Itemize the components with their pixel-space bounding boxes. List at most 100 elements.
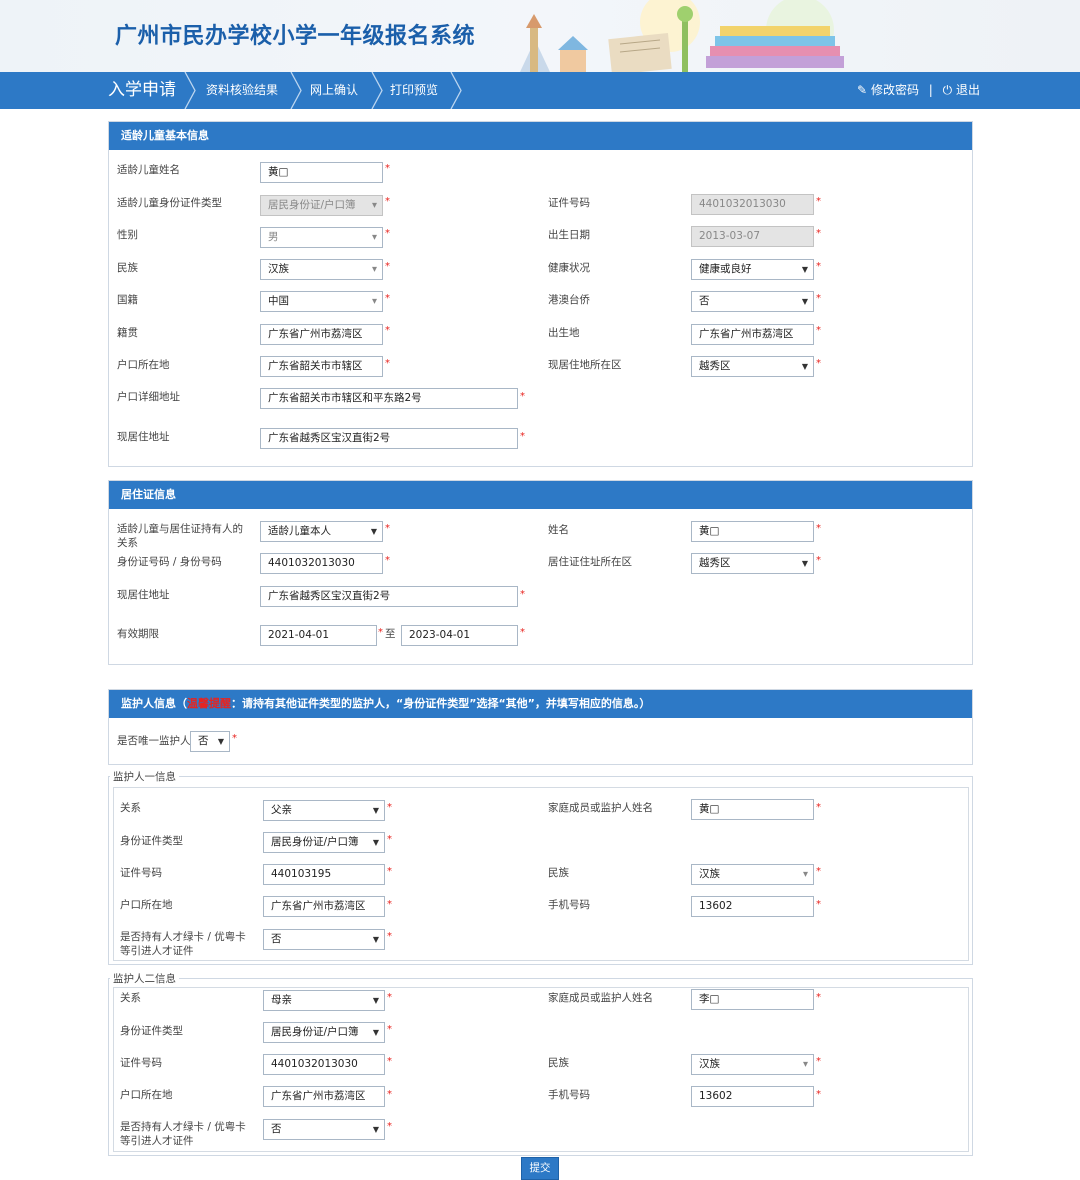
child-name-input[interactable]: 黄□ bbox=[260, 162, 383, 183]
g1-id-no-input[interactable]: 440103195 bbox=[263, 864, 385, 885]
required-mark: * bbox=[816, 523, 821, 534]
permit-valid-from-input[interactable]: 2021-04-01 bbox=[260, 625, 377, 646]
nav-step-verify-result[interactable]: 资料核验结果 bbox=[206, 72, 278, 109]
required-mark: * bbox=[387, 866, 392, 877]
birthplace-label: 出生地 bbox=[548, 327, 580, 339]
permit-relation-select[interactable]: 适龄儿童本人 bbox=[260, 521, 383, 542]
required-mark: * bbox=[387, 1121, 392, 1132]
required-mark: * bbox=[520, 431, 525, 442]
residence-area-select[interactable]: 越秀区 bbox=[691, 356, 814, 377]
g2-name-label: 家庭成员或监护人姓名 bbox=[548, 992, 653, 1004]
child-name-label: 适龄儿童姓名 bbox=[117, 164, 180, 176]
permit-area-select[interactable]: 越秀区 bbox=[691, 553, 814, 574]
guardian1-legend: 监护人一信息 bbox=[110, 769, 179, 784]
g2-name-input[interactable]: 李□ bbox=[691, 989, 814, 1010]
g2-relation-label: 关系 bbox=[120, 992, 141, 1004]
required-mark: * bbox=[816, 992, 821, 1003]
g1-phone-input[interactable]: 13602 bbox=[691, 896, 814, 917]
permit-valid-sep: 至 bbox=[385, 628, 396, 640]
permit-info-panel: 居住证信息 bbox=[108, 480, 973, 665]
permit-id-input[interactable]: 4401032013030 bbox=[260, 553, 383, 574]
nationality-select[interactable]: 中国 bbox=[260, 291, 383, 312]
nav-step-online-confirm[interactable]: 网上确认 bbox=[310, 72, 358, 109]
g1-relation-label: 关系 bbox=[120, 802, 141, 814]
required-mark: * bbox=[387, 1024, 392, 1035]
birth-date-input[interactable]: 2013-03-07 bbox=[691, 226, 814, 247]
only-guardian-select[interactable]: 否 bbox=[190, 731, 230, 752]
overseas-label: 港澳台侨 bbox=[548, 294, 590, 306]
g2-phone-input[interactable]: 13602 bbox=[691, 1086, 814, 1107]
nav-step-print-preview[interactable]: 打印预览 bbox=[390, 72, 438, 109]
g2-phone-label: 手机号码 bbox=[548, 1089, 590, 1101]
g2-talent-select[interactable]: 否 bbox=[263, 1119, 385, 1140]
birthplace-input[interactable]: 广东省广州市荔湾区 bbox=[691, 324, 814, 345]
g1-hukou-input[interactable]: 广东省广州市荔湾区 bbox=[263, 896, 385, 917]
permit-info-title: 居住证信息 bbox=[109, 481, 972, 509]
required-mark: * bbox=[816, 261, 821, 272]
required-mark: * bbox=[387, 931, 392, 942]
g2-relation-select[interactable]: 母亲 bbox=[263, 990, 385, 1011]
required-mark: * bbox=[816, 293, 821, 304]
health-select[interactable]: 健康或良好 bbox=[691, 259, 814, 280]
g1-talent-label: 是否持有人才绿卡 / 优粤卡等引进人才证件 bbox=[120, 931, 246, 957]
g2-ethnic-label: 民族 bbox=[548, 1057, 569, 1069]
required-mark: * bbox=[385, 358, 390, 369]
gender-select[interactable]: 男 bbox=[260, 227, 383, 248]
overseas-select[interactable]: 否 bbox=[691, 291, 814, 312]
chevron-right-icon bbox=[290, 72, 302, 109]
child-id-no-input[interactable]: 4401032013030 bbox=[691, 194, 814, 215]
user-actions: ✎ 修改密码 | ⏻ 退出 bbox=[857, 72, 980, 109]
health-label: 健康状况 bbox=[548, 262, 590, 274]
logout-link[interactable]: 退出 bbox=[956, 72, 980, 109]
permit-valid-to-input[interactable]: 2023-04-01 bbox=[401, 625, 518, 646]
required-mark: * bbox=[385, 196, 390, 207]
permit-holder-name-input[interactable]: 黄□ bbox=[691, 521, 814, 542]
child-id-no-label: 证件号码 bbox=[548, 197, 590, 209]
g1-name-input[interactable]: 黄□ bbox=[691, 799, 814, 820]
header-illustration bbox=[520, 0, 844, 72]
required-mark: * bbox=[816, 196, 821, 207]
site-title: 广州市民办学校小学一年级报名系统 bbox=[115, 24, 476, 49]
required-mark: * bbox=[816, 228, 821, 239]
change-password-link[interactable]: 修改密码 bbox=[871, 72, 919, 109]
g1-id-type-label: 身份证件类型 bbox=[120, 835, 183, 847]
required-mark: * bbox=[816, 899, 821, 910]
g2-ethnic-select[interactable]: 汉族 bbox=[691, 1054, 814, 1075]
g1-talent-select[interactable]: 否 bbox=[263, 929, 385, 950]
permit-address-input[interactable]: 广东省越秀区宝汉直街2号 bbox=[260, 586, 518, 607]
g1-id-type-select[interactable]: 居民身份证/户口簿 bbox=[263, 832, 385, 853]
current-address-input[interactable]: 广东省越秀区宝汉直街2号 bbox=[260, 428, 518, 449]
required-mark: * bbox=[385, 555, 390, 566]
permit-valid-label: 有效期限 bbox=[117, 628, 159, 640]
child-info-panel: 适龄儿童基本信息 bbox=[108, 121, 973, 467]
required-mark: * bbox=[816, 1056, 821, 1067]
native-place-input[interactable]: 广东省广州市荔湾区 bbox=[260, 324, 383, 345]
required-mark: * bbox=[816, 802, 821, 813]
permit-holder-name-label: 姓名 bbox=[548, 524, 569, 536]
hukou-address-input[interactable]: 广东省韶关市市辖区和平东路2号 bbox=[260, 388, 518, 409]
hukou-input[interactable]: 广东省韶关市市辖区 bbox=[260, 356, 383, 377]
child-id-type-select[interactable]: 居民身份证/户口簿 bbox=[260, 195, 383, 216]
g2-id-type-label: 身份证件类型 bbox=[120, 1025, 183, 1037]
g2-id-no-label: 证件号码 bbox=[120, 1057, 162, 1069]
required-mark: * bbox=[520, 627, 525, 638]
required-mark: * bbox=[378, 627, 383, 638]
nav-step-apply[interactable]: 入学申请 bbox=[108, 72, 176, 109]
child-info-title: 适龄儿童基本信息 bbox=[109, 122, 972, 150]
pencil-icon: ✎ bbox=[857, 83, 868, 97]
g2-id-type-select[interactable]: 居民身份证/户口簿 bbox=[263, 1022, 385, 1043]
g2-talent-label: 是否持有人才绿卡 / 优粤卡等引进人才证件 bbox=[120, 1121, 246, 1147]
g2-hukou-input[interactable]: 广东省广州市荔湾区 bbox=[263, 1086, 385, 1107]
g1-relation-select[interactable]: 父亲 bbox=[263, 800, 385, 821]
g1-ethnic-select[interactable]: 汉族 bbox=[691, 864, 814, 885]
permit-area-label: 居住证住址所在区 bbox=[548, 556, 632, 568]
current-address-label: 现居住地址 bbox=[117, 431, 170, 443]
required-mark: * bbox=[387, 992, 392, 1003]
required-mark: * bbox=[385, 325, 390, 336]
g2-id-no-input[interactable]: 4401032013030 bbox=[263, 1054, 385, 1075]
required-mark: * bbox=[520, 391, 525, 402]
ethnic-select[interactable]: 汉族 bbox=[260, 259, 383, 280]
hukou-address-label: 户口详细地址 bbox=[117, 391, 180, 403]
submit-button[interactable]: 提交 bbox=[521, 1157, 559, 1180]
required-mark: * bbox=[816, 1089, 821, 1100]
